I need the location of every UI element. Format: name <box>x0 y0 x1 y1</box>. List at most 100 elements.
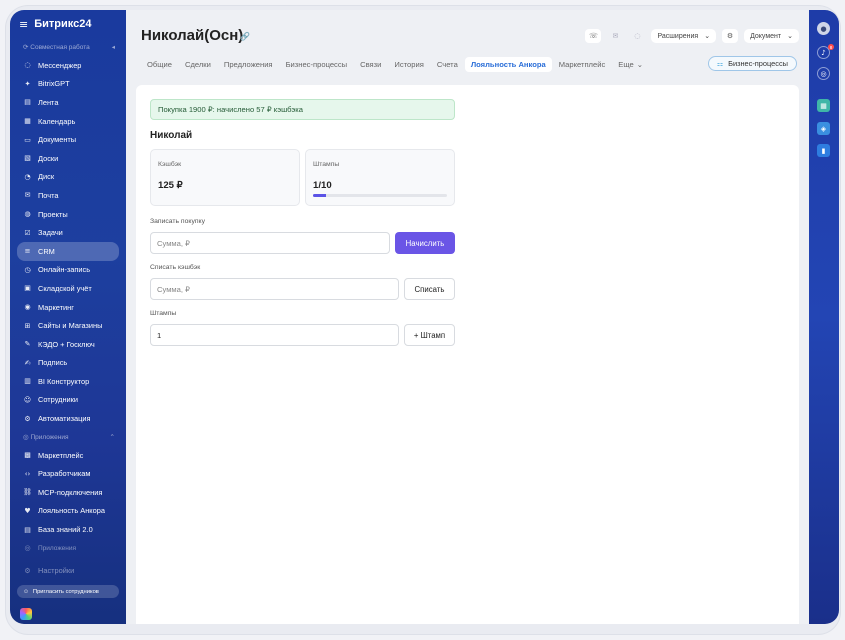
sidebar-section-apps[interactable]: ◎ Приложения ⌃ <box>10 428 126 446</box>
tab-0[interactable]: Общие <box>141 57 178 72</box>
chevron-up-icon[interactable]: ⌃ <box>110 433 115 441</box>
business-process-button[interactable]: ⚏ Бизнес-процессы <box>707 56 797 71</box>
stamps-field-label: Штампы <box>150 310 177 317</box>
sidebar-item-kedo[interactable]: ✎ КЭДО + Госключ <box>10 335 126 354</box>
sidebar-app-items: ▩ Маркетплейс ‹› Разработчикам ⛓ MCP-подключе… <box>10 446 126 539</box>
sidebar-item-signature[interactable]: ✍ Подпись <box>10 354 126 373</box>
stamps-stat: Штампы 1/10 <box>305 149 455 206</box>
invite-button[interactable]: ☺ Пригласить сотрудников <box>17 585 119 598</box>
avatar[interactable]: ● <box>817 22 830 35</box>
sidebar-item-developer[interactable]: ‹› Разработчикам <box>10 464 126 483</box>
document-dropdown[interactable]: Документ ⌄ <box>744 29 799 43</box>
sidebar-item-crm[interactable]: ≡ CRM <box>17 241 119 261</box>
tab-3[interactable]: Бизнес-процессы <box>280 57 354 72</box>
sidebar-item-tasks[interactable]: ☑ Задачи <box>10 223 126 242</box>
menu-icon[interactable]: ≡ <box>19 18 28 31</box>
tab-1[interactable]: Сделки <box>179 57 217 72</box>
sidebar-section-work[interactable]: ⟳ Совместная работа ◂ <box>10 38 126 56</box>
sidebar-item-knowledge[interactable]: ▤ База знаний 2.0 <box>10 520 126 539</box>
extensions-dropdown[interactable]: Расширения ⌄ <box>651 29 717 43</box>
cashback-value: 125 ₽ <box>158 180 183 191</box>
shop-icon: ⊞ <box>24 321 31 330</box>
sidebar-item-shop[interactable]: ⊞ Сайты и Магазины <box>10 316 126 335</box>
sidebar-item-mail[interactable]: ✉ Почта <box>10 186 126 205</box>
sidebar-item-booking[interactable]: ◷ Онлайн-запись <box>10 261 126 280</box>
sidebar-item-label: Проекты <box>38 209 68 219</box>
sidebar-item-bi[interactable]: ▥ BI Конструктор <box>10 372 126 391</box>
sidebar-item-label: CRM <box>38 246 55 256</box>
bookmark-icon[interactable]: ▮ <box>817 144 830 157</box>
sidebar-item-automation[interactable]: ⚙ Автоматизация <box>10 409 126 428</box>
sidebar-item-disk[interactable]: ◔ Диск <box>10 168 126 187</box>
link-icon[interactable]: 🔗 <box>240 32 250 41</box>
sidebar-item-settings[interactable]: ⚙ Настройки <box>10 561 126 580</box>
sidebar-item-boards[interactable]: ▧ Доски <box>10 149 126 168</box>
right-toolbar: ● ♪ 8 ◎ ▦ ◈ ▮ <box>809 10 839 624</box>
tab-8[interactable]: Маркетплейс <box>553 57 612 72</box>
sidebar-item-label: Документы <box>38 135 77 145</box>
pin-icon[interactable]: ◂ <box>112 43 115 51</box>
sidebar-item-documents[interactable]: ▭ Документы <box>10 130 126 149</box>
sidebar-item-feed[interactable]: ▤ Лента <box>10 93 126 112</box>
tab-9[interactable]: Еще <box>612 57 639 72</box>
sidebar-item-employees[interactable]: ☺ Сотрудники <box>10 391 126 410</box>
stamps-input[interactable]: 1 <box>150 324 399 346</box>
mail-icon[interactable]: ✉ <box>607 29 623 43</box>
purchase-amount-input[interactable]: Сумма, ₽ <box>150 232 390 254</box>
sidebar-item-apps-collapsed[interactable]: ◎ Приложения <box>10 539 126 558</box>
sidebar-item-label: Задачи <box>38 228 63 238</box>
accrue-button[interactable]: Начислить <box>395 232 455 254</box>
sidebar-item-warehouse[interactable]: ▣ Складской учёт <box>10 279 126 298</box>
record-purchase-label: Записать покупку <box>150 218 205 225</box>
sidebar-item-label: Доски <box>38 153 59 163</box>
sidebar-item-marketing[interactable]: ◉ Маркетинг <box>10 298 126 317</box>
tab-2[interactable]: Предложения <box>218 57 279 72</box>
sidebar-item-calendar[interactable]: ▦ Календарь <box>10 112 126 131</box>
employees-icon: ☺ <box>23 395 32 404</box>
tab-7[interactable]: Лояльность Анкора <box>464 57 552 72</box>
sidebar-item-gpt[interactable]: ✦ BitrixGPT <box>10 75 126 94</box>
app-widget-icon[interactable]: ▦ <box>817 99 830 112</box>
sidebar-item-label: Календарь <box>38 116 76 126</box>
tab-4[interactable]: Связи <box>354 57 387 72</box>
search-icon[interactable]: ◎ <box>817 67 830 80</box>
tab-5[interactable]: История <box>388 57 429 72</box>
notification-badge: 8 <box>828 44 834 50</box>
writeoff-button[interactable]: Списать <box>404 278 455 300</box>
sidebar-item-label: MCP-подключения <box>38 487 103 497</box>
sidebar-item-marketplace[interactable]: ▩ Маркетплейс <box>10 446 126 465</box>
invite-label: Пригласить сотрудников <box>32 588 99 595</box>
bi-icon: ▥ <box>24 377 31 386</box>
phone-icon[interactable]: ☏ <box>585 29 602 43</box>
sidebar-item-projects[interactable]: ◍ Проекты <box>10 205 126 224</box>
app-logo[interactable]: Битрикс24 <box>34 18 91 30</box>
sidebar-item-chat[interactable]: ◌ Мессенджер <box>10 56 126 75</box>
extensions-label: Расширения <box>657 32 699 40</box>
marketing-icon: ◉ <box>24 303 31 312</box>
chevron-down-icon: ⌄ <box>704 33 711 40</box>
chat-icon: ◌ <box>24 61 31 70</box>
sidebar-item-label: Приложения <box>38 544 77 552</box>
loyalty-icon: ♥ <box>24 506 31 515</box>
sidebar-item-loyalty[interactable]: ♥ Лояльность Анкора <box>10 502 126 521</box>
gear-icon[interactable]: ⚙ <box>722 29 739 43</box>
sidebar-item-label: КЭДО + Госключ <box>38 339 95 349</box>
writeoff-amount-input[interactable]: Сумма, ₽ <box>150 278 399 300</box>
add-stamp-button[interactable]: + Штамп <box>404 324 455 346</box>
disk-icon: ◔ <box>24 172 31 181</box>
kedo-icon: ✎ <box>24 340 31 349</box>
writeoff-label: Списать кэшбэк <box>150 264 201 271</box>
chat-widget-icon[interactable]: ◈ <box>817 122 830 135</box>
sidebar-item-mcp[interactable]: ⛓ MCP-подключения <box>10 483 126 502</box>
bitrix-logo-icon[interactable] <box>20 608 32 620</box>
sidebar-item-label: Настройки <box>38 566 75 576</box>
sidebar-item-label: Почта <box>38 190 59 200</box>
success-alert: Покупка 1900 ₽: начислено 57 ₽ кэшбэка <box>150 99 455 120</box>
chevron-down-icon[interactable]: ⌄ <box>637 60 643 69</box>
tab-6[interactable]: Счета <box>431 57 464 72</box>
chat-icon[interactable]: ◌ <box>629 29 645 43</box>
gpt-icon: ✦ <box>24 79 31 88</box>
feed-icon: ▤ <box>24 98 31 107</box>
sidebar-header: ≡ Битрикс24 <box>10 10 126 38</box>
sidebar-item-label: Онлайн-запись <box>38 265 91 275</box>
